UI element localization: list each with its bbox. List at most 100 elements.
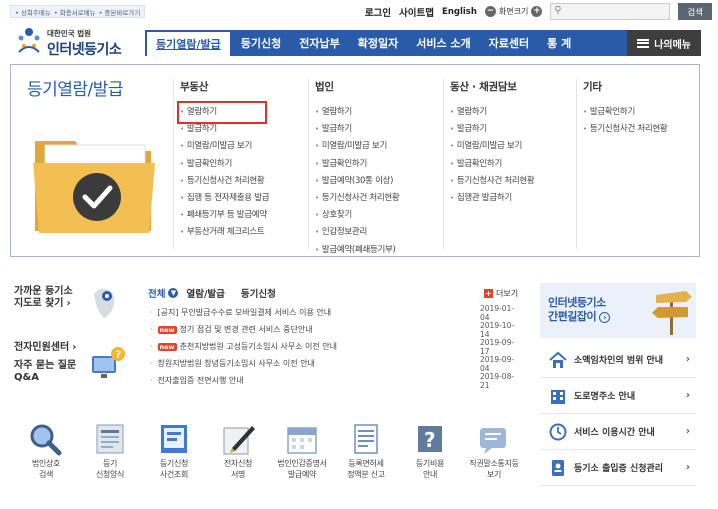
skip-links: • 상회주메뉴 • 화충서로메뉴 • 중본바로가기 [10, 5, 146, 18]
nearby-office-line1: 가까운 등기소 [14, 286, 73, 297]
more-link[interactable]: + 더보기 [484, 288, 518, 299]
logo-title: 인터넷등기소 [47, 42, 122, 58]
menu-item-mv-status[interactable]: 등기신청사건 처리현황 [450, 173, 576, 190]
news-tabs: 전체 ▼ 열람/발급 등기신청 [148, 286, 276, 300]
menu-item-corp-view[interactable]: 열람하기 [315, 104, 443, 121]
right-link-tenant[interactable]: 소액임차인의 범위 안내 › [540, 342, 696, 378]
quick-service-label: 직권말소통지등 보기 [469, 459, 519, 479]
quick-service-fee-guide[interactable]: ? 등기비용 안내 [398, 422, 462, 480]
quick-service-forms[interactable]: 등기 신청양식 [78, 422, 142, 480]
chevron-right-icon: › [685, 390, 690, 401]
chevron-down-icon: ▼ [168, 288, 179, 298]
quick-service-license-tax[interactable]: 등록면허세 정액분 신고 [334, 422, 398, 480]
logo-subtitle: 대한민국 법원 [47, 29, 92, 38]
mega-menu-title: 등기열람/발급 [27, 80, 124, 100]
menu-item-re-issue[interactable]: 발급하기 [180, 121, 308, 138]
tab-all[interactable]: 전체 ▼ [148, 286, 179, 300]
chevron-right-icon: › [685, 426, 690, 437]
tab-view-issue[interactable]: 열람/발급 [186, 286, 224, 300]
menu-item-re-view[interactable]: 열람하기 [177, 100, 267, 125]
menu-item-re-electronic[interactable]: 집행 등 전자제출용 발급 [180, 190, 308, 207]
menu-item-etc-status[interactable]: 등기신청사건 처리현황 [583, 121, 696, 138]
quick-service-seal-reserve[interactable]: 법인인감증명서 발급예약 [270, 422, 334, 480]
nav-item-apply[interactable]: 등기신청 [232, 30, 290, 56]
quick-service-e-sign[interactable]: 전자신청 서명 [206, 422, 270, 480]
right-link-access-card[interactable]: 등기소 출입증 신청관리 › [540, 450, 696, 486]
nearby-office-link[interactable]: 가까운 등기소 지도로 찾기 › [14, 286, 73, 310]
banner-line2: 간편길잡이 [548, 310, 597, 323]
menu-item-re-status[interactable]: 등기신청사건 처리현황 [180, 173, 308, 190]
menu-item-corp-seal[interactable]: 인감정보관리 [315, 224, 443, 241]
list-item[interactable]: [공지] 무인발급수수료 모바일결제 서비스 이용 안내 2019-01-04 [150, 304, 520, 322]
site-logo[interactable]: 대한민국 법원 인터넷등기소 [15, 22, 140, 60]
menu-item-corp-name-search[interactable]: 상호찾기 [315, 207, 443, 224]
guide-banner[interactable]: 인터넷등기소 간편길잡이 › [540, 283, 696, 338]
english-link[interactable]: English [442, 7, 477, 17]
news-date: 2019-09-04 [480, 354, 515, 373]
menu-item-etc-verify[interactable]: 발급확인하기 [583, 104, 696, 121]
menu-item-corp-status[interactable]: 등기신청사건 처리현황 [315, 190, 443, 207]
quick-service-label: 등록면허세 정액분 신고 [347, 459, 385, 479]
nav-item-payment[interactable]: 전자납부 [290, 30, 348, 56]
svg-text:?: ? [116, 350, 122, 361]
civil-center-link[interactable]: 전자민원센터 › [14, 342, 76, 354]
menu-item-re-unviewed[interactable]: 미열람/미발급 보기 [180, 138, 308, 155]
right-link-service-hours[interactable]: 서비스 이용시간 안내 › [540, 414, 696, 450]
nav-item-resources[interactable]: 자료센터 [480, 30, 538, 56]
list-item[interactable]: 전자출입증 전면시행 안내 2019-08-21 [150, 371, 520, 390]
column-heading: 법인 [315, 81, 334, 93]
skip-link-main[interactable]: • 상회주메뉴 [15, 7, 51, 17]
tab-apply[interactable]: 등기신청 [241, 286, 276, 300]
skip-link-body[interactable]: • 중본바로가기 [99, 7, 141, 17]
zoom-in-icon[interactable]: + [531, 6, 543, 17]
court-emblem-icon [18, 28, 40, 53]
quick-service-cancel-notice[interactable]: 직권말소통지등 보기 [462, 422, 526, 480]
search-input[interactable] [551, 4, 670, 19]
menu-item-corp-reserve[interactable]: 발급예약(30통 이상) [315, 173, 443, 190]
login-link[interactable]: 로그인 [365, 5, 391, 19]
list-item[interactable]: 창원지방법원 창녕등기소임시 사무소 이전 안내 2019-09-04 [150, 354, 520, 373]
menu-item-corp-unviewed[interactable]: 미열람/미발급 보기 [315, 138, 443, 155]
menu-item-mv-issue[interactable]: 발급하기 [450, 121, 576, 138]
nav-item-fixed-date[interactable]: 확정일자 [349, 30, 407, 56]
sitemap-link[interactable]: 사이트맵 [399, 5, 434, 19]
case-icon [161, 425, 187, 453]
right-link-label: 도로명주소 안내 [574, 392, 636, 402]
search-button[interactable]: 검색 [678, 3, 712, 20]
right-link-road-address[interactable]: 도로명주소 안내 › [540, 378, 696, 414]
menu-item-mv-view[interactable]: 열람하기 [450, 104, 576, 121]
menu-item-mv-unviewed[interactable]: 미열람/미발급 보기 [450, 138, 576, 155]
nav-item-service-intro[interactable]: 서비스 소개 [407, 30, 479, 56]
zoom-out-icon[interactable]: − [484, 6, 496, 17]
menu-item-re-verify[interactable]: 발급확인하기 [180, 156, 308, 173]
skip-link-sub[interactable]: • 화충서로메뉴 [54, 7, 96, 17]
quick-service-corp-search[interactable]: 법인상호 검색 [14, 422, 78, 480]
menu-item-re-checklist[interactable]: 부동산거래 체크리스트 [180, 224, 308, 241]
list-item[interactable]: new정기 점검 및 변경 관련 서비스 중단안내 2019-10-14 [150, 321, 520, 339]
menu-column-corporation: 법인 열람하기 발급하기 미열람/미발급 보기 발급확인하기 발급예약(30통 … [308, 79, 443, 255]
chevron-right-icon: › [685, 462, 690, 473]
column-heading: 기타 [583, 81, 602, 93]
menu-item-corp-closed-reserve[interactable]: 발급예약(폐쇄등기부) [315, 242, 443, 259]
faq-link[interactable]: 자주 묻는 질문 Q&A [14, 360, 76, 384]
news-list: [공지] 무인발급수수료 모바일결제 서비스 이용 안내 2019-01-04 … [150, 304, 520, 390]
new-badge: new [157, 325, 177, 334]
menu-item-mv-bailiff[interactable]: 집행관 발급하기 [450, 190, 576, 207]
nav-item-statistics[interactable]: 통 계 [538, 30, 580, 56]
news-date: 2019-08-21 [480, 371, 515, 390]
menu-item-re-closed[interactable]: 폐쇄등기부 등 발급예약 [180, 207, 308, 224]
my-menu-button[interactable]: 나의메뉴 [627, 30, 701, 56]
svg-text:?: ? [424, 428, 436, 452]
chevron-right-icon: › [72, 342, 77, 353]
nav-item-view-issue[interactable]: 등기열람/발급 [147, 30, 230, 56]
column-heading: 동산 · 채권담보 [450, 81, 517, 93]
menu-item-corp-issue[interactable]: 발급하기 [315, 121, 443, 138]
quick-service-icons: 법인상호 검색 등기 신청양식 등기신청 사건조회 전자신청 서명 법인인감증명… [14, 422, 534, 480]
news-date: 2019-09-17 [480, 337, 515, 356]
plus-icon: + [484, 289, 493, 298]
quick-service-case-lookup[interactable]: 등기신청 사건조회 [142, 422, 206, 480]
list-item[interactable]: new춘천지방법원 고성등기소임시 사무소 이전 안내 2019-09-17 [150, 337, 520, 356]
menu-item-mv-verify[interactable]: 발급확인하기 [450, 156, 576, 173]
menu-item-corp-verify[interactable]: 발급확인하기 [315, 156, 443, 173]
main-nav: 등기열람/발급 등기신청 전자납부 확정일자 서비스 소개 자료센터 통 계 나… [145, 30, 701, 56]
